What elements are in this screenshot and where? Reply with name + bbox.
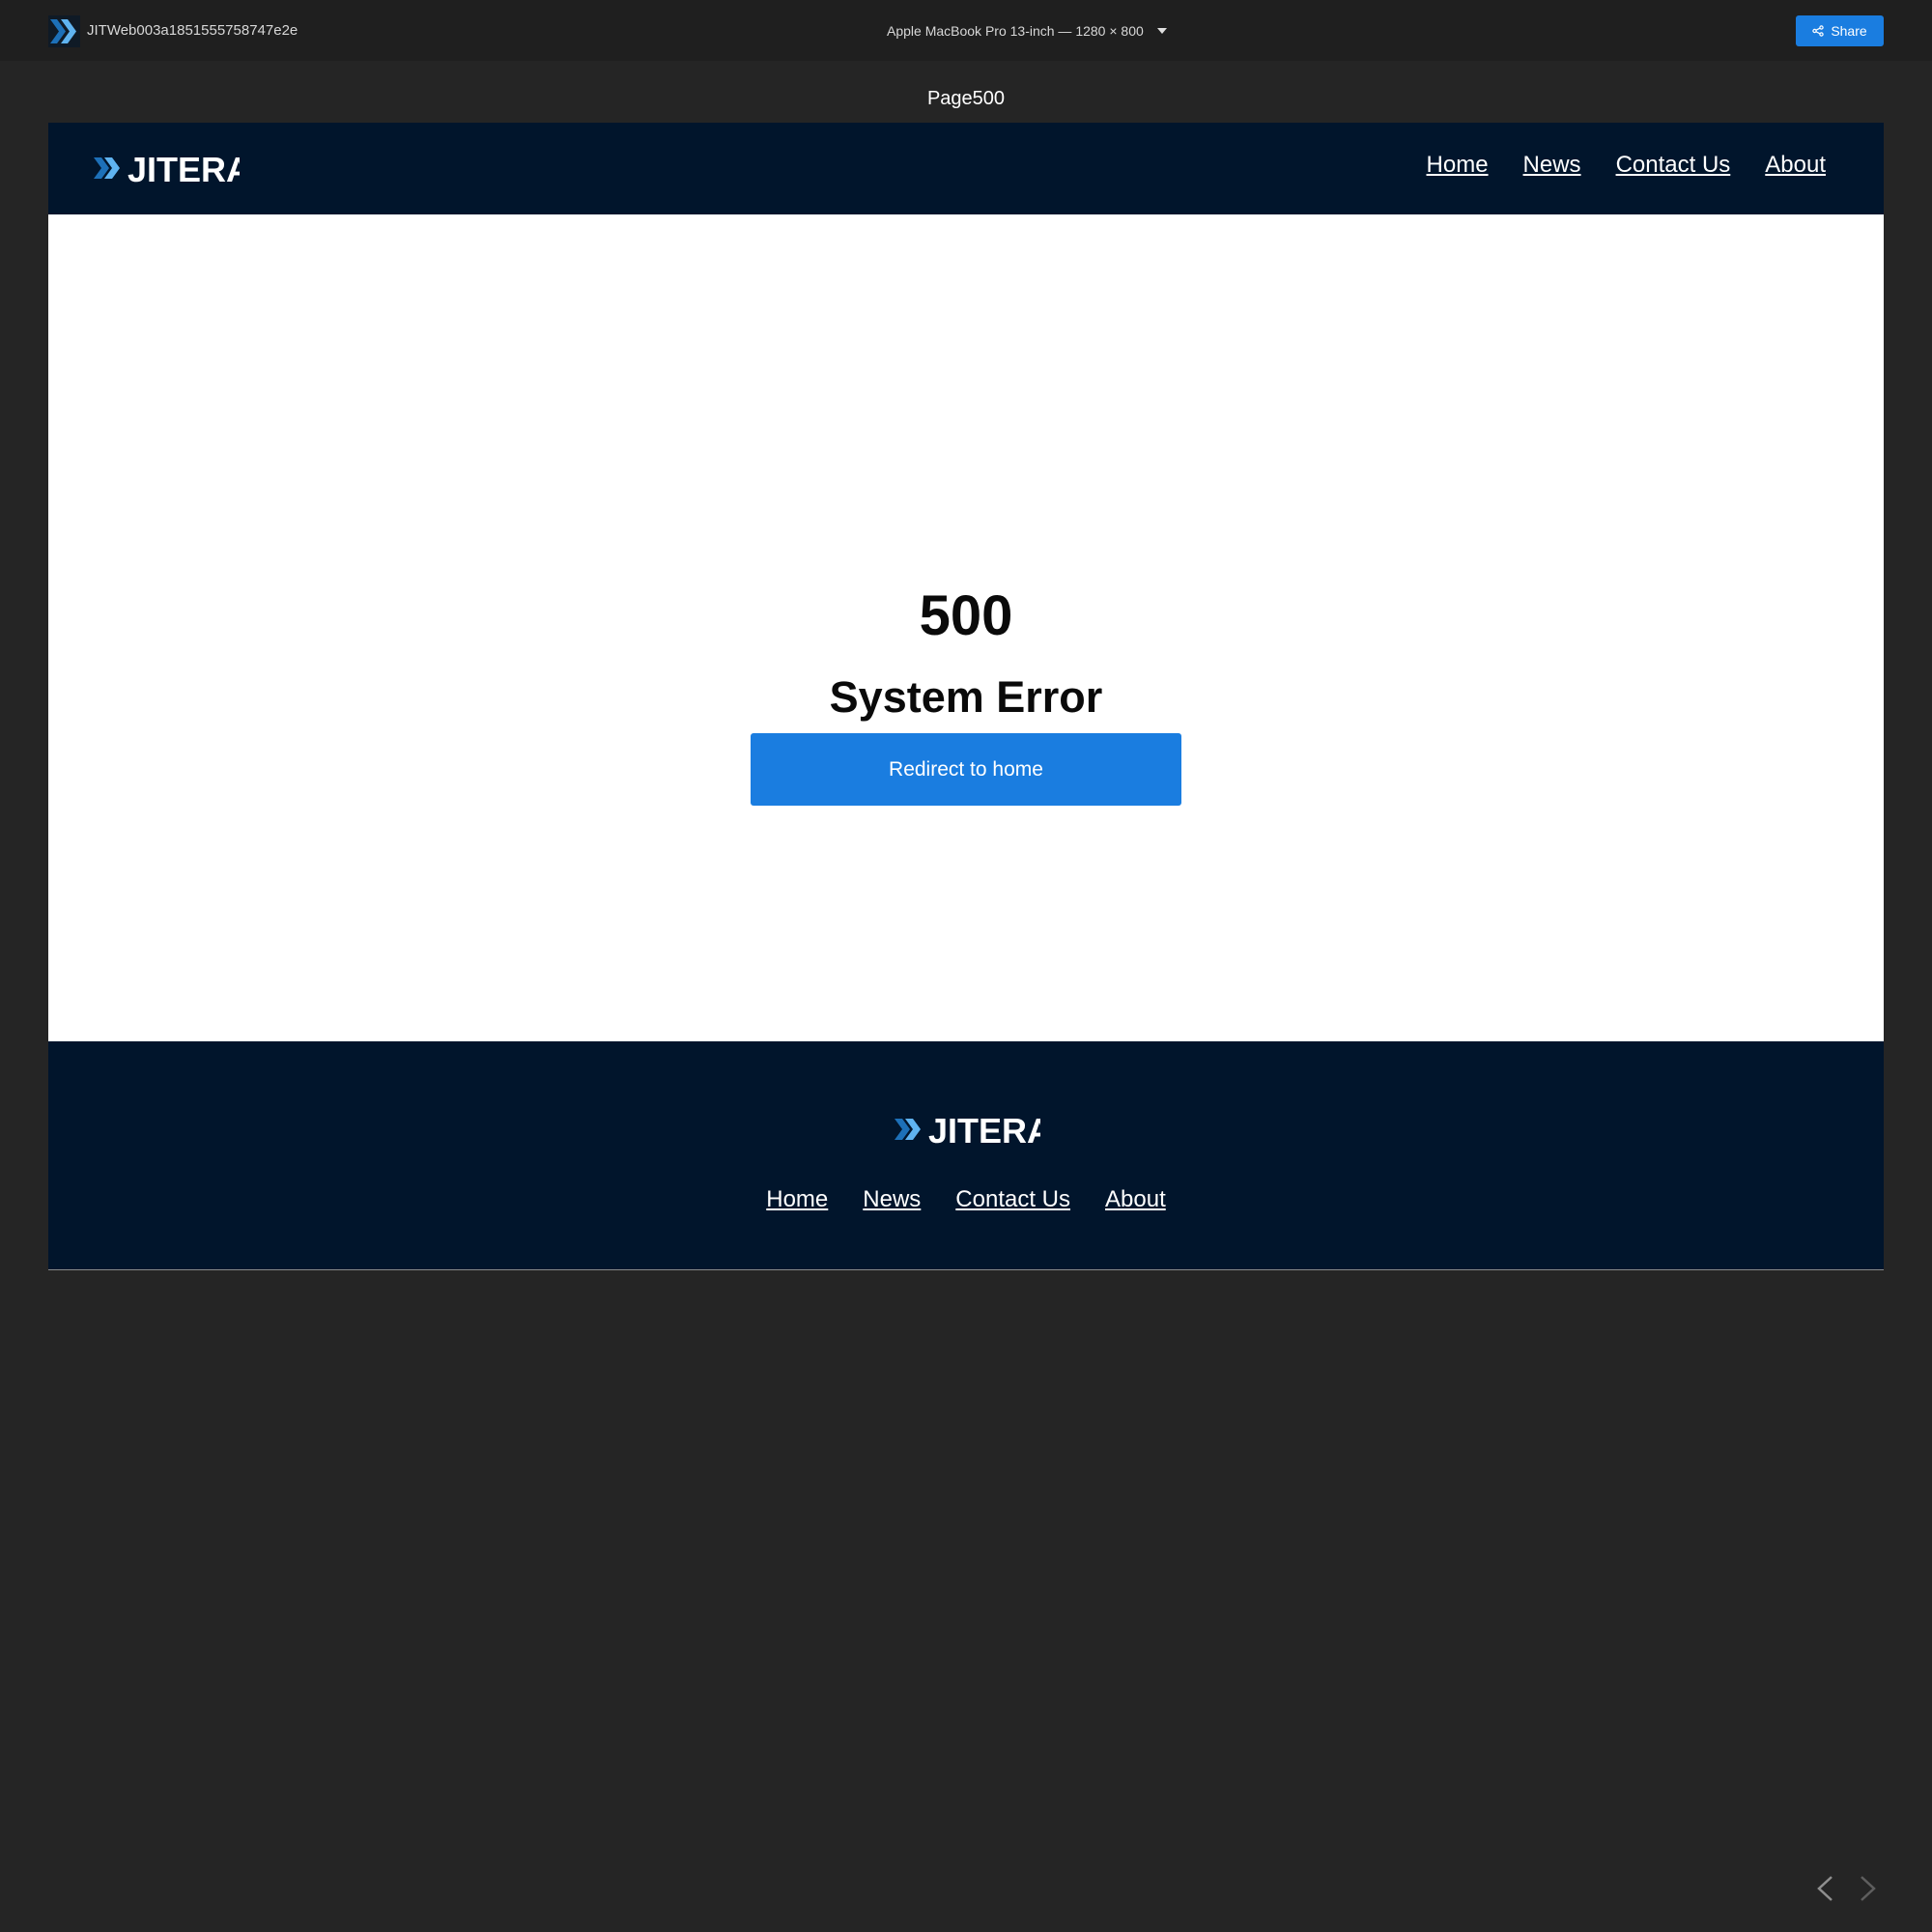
share-button-label: Share	[1831, 23, 1867, 39]
jitera-logo: JITERA	[895, 1111, 1052, 1151]
header-logo[interactable]: JITERA	[93, 148, 251, 195]
error-title: System Error	[829, 672, 1103, 722]
header-nav-about[interactable]: About	[1765, 152, 1826, 179]
share-icon	[1812, 25, 1825, 37]
error-content: 500 System Error Description about syste…	[48, 214, 1884, 1041]
device-selector[interactable]: Apple MacBook Pro 13-inch — 1280 × 800	[887, 15, 1167, 46]
caret-down-icon	[1156, 28, 1167, 34]
site-footer: JITERA Home News Contact Us About	[48, 1041, 1884, 1270]
next-page-button[interactable]	[1854, 1874, 1883, 1903]
footer-logo-text: JITERA	[928, 1111, 1040, 1151]
footer-nav: Home News Contact Us About	[48, 1186, 1884, 1213]
chevron-left-icon	[1817, 1876, 1833, 1901]
redirect-home-button-label: Redirect to home	[889, 757, 1043, 781]
footer-nav-news[interactable]: News	[863, 1186, 921, 1213]
footer-nav-home[interactable]: Home	[766, 1186, 828, 1213]
jitera-chevron-icon	[50, 19, 76, 43]
project-name: JITWeb003a1851555758747e2e	[87, 22, 298, 39]
header-nav-home[interactable]: Home	[1427, 152, 1489, 179]
header-nav-news[interactable]: News	[1523, 152, 1581, 179]
header-nav-contact-us[interactable]: Contact Us	[1616, 152, 1731, 179]
footer-nav-about[interactable]: About	[1105, 1186, 1166, 1213]
jitera-logo: JITERA	[94, 150, 251, 189]
app-logo	[48, 15, 80, 47]
page-name-label: Page500	[926, 88, 1006, 109]
chevron-right-icon	[1861, 1876, 1876, 1901]
footer-nav-contact-us[interactable]: Contact Us	[955, 1186, 1070, 1213]
footer-logo[interactable]: JITERA	[894, 1109, 1052, 1156]
share-button[interactable]: Share	[1796, 15, 1884, 46]
site-header: JITERA Home News Contact Us About	[48, 123, 1884, 214]
previous-page-button[interactable]	[1810, 1874, 1839, 1903]
device-preview-frame: JITERA Home News Contact Us About 500 Sy…	[48, 123, 1884, 1270]
device-selector-label: Apple MacBook Pro 13-inch — 1280 × 800	[887, 23, 1144, 39]
header-nav: Home News Contact Us About	[1427, 152, 1826, 179]
error-code: 500	[919, 584, 1013, 647]
header-logo-text: JITERA	[128, 150, 240, 189]
redirect-home-button[interactable]: Redirect to home	[751, 733, 1181, 806]
top-toolbar: JITWeb003a1851555758747e2e Apple MacBook…	[0, 0, 1932, 61]
